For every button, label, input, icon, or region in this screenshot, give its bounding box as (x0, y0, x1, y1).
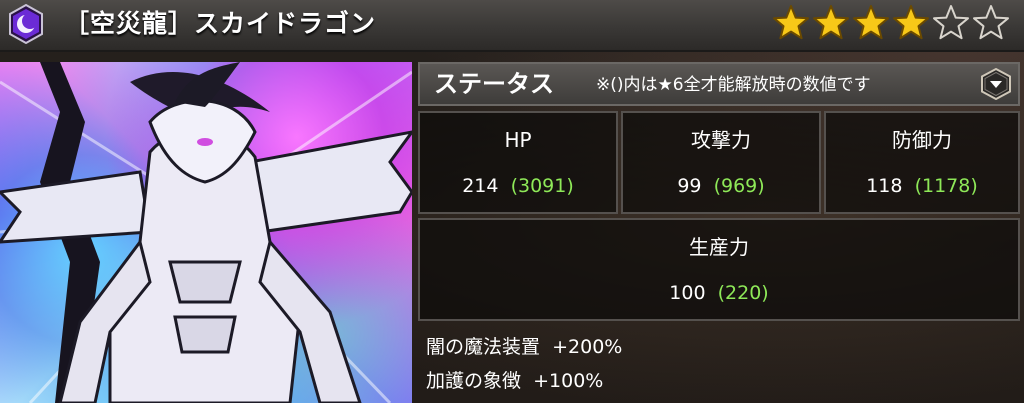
status-title: ステータス (434, 70, 554, 98)
stat-label: 攻撃力 (691, 128, 751, 152)
bonus-value: +200% (552, 336, 623, 358)
bonus-item: 加護の象徴 +100% (426, 368, 603, 394)
star-empty-icon (933, 5, 969, 40)
stat-value: 100 (220) (420, 280, 1018, 306)
header-bar: ［空災龍］スカイドラゴン (0, 0, 1024, 52)
stat-value: 99 (969) (623, 173, 819, 199)
stat-current: 118 (866, 175, 903, 197)
stat-label: 防御力 (892, 128, 952, 152)
stat-max: (969) (713, 175, 765, 197)
star-filled-icon (813, 5, 849, 40)
character-artwork (0, 62, 412, 403)
star-empty-icon (973, 5, 1009, 40)
chevron-down-icon[interactable] (980, 68, 1012, 100)
stat-attack: 攻撃力 99 (969) (621, 111, 821, 214)
bonus-name: 闇の魔法装置 (426, 336, 541, 358)
star-filled-icon (853, 5, 889, 40)
star-filled-icon (773, 5, 809, 40)
bonus-value: +100% (533, 370, 604, 392)
stat-current: 99 (677, 175, 702, 197)
stat-max: (3091) (510, 175, 574, 197)
stat-max: (1178) (914, 175, 978, 197)
stat-value: 214 (3091) (420, 173, 616, 199)
dragon-illustration (0, 62, 412, 403)
stat-production: 生産力 100 (220) (418, 218, 1020, 321)
crescent-moon-icon (9, 4, 43, 44)
stat-hp: HP 214 (3091) (418, 111, 618, 214)
stat-label: HP (504, 128, 532, 152)
bonus-name: 加護の象徴 (426, 370, 522, 392)
stat-max: (220) (717, 282, 769, 304)
stat-label: 生産力 (689, 235, 749, 259)
stat-value: 118 (1178) (826, 173, 1018, 199)
rarity-stars (772, 3, 1010, 43)
stat-current: 214 (462, 175, 499, 197)
bonus-item: 闇の魔法装置 +200% (426, 334, 622, 360)
status-panel-header: ステータス ※()内は★6全才能解放時の数値です (418, 62, 1020, 106)
star-filled-icon (893, 5, 929, 40)
stat-defense: 防御力 118 (1178) (824, 111, 1020, 214)
stat-current: 100 (669, 282, 706, 304)
status-note: ※()内は★6全才能解放時の数値です (596, 75, 871, 95)
character-title: ［空災龍］スカイドラゴン (64, 9, 377, 38)
